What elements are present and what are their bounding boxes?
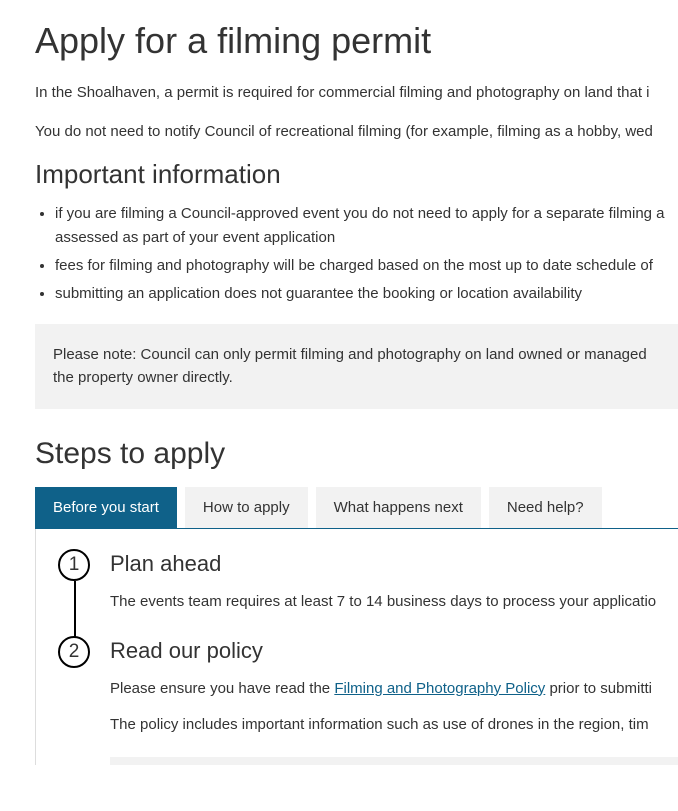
step-2: 2 Read our policy Please ensure you have… (58, 638, 678, 765)
step-body-2: The policy includes important informatio… (110, 714, 678, 737)
step-number-badge: 1 (58, 549, 90, 581)
list-item: submitting an application does not guara… (55, 282, 678, 306)
info-list: if you are filming a Council-approved ev… (35, 202, 678, 306)
intro-paragraph-1: In the Shoalhaven, a permit is required … (35, 82, 678, 105)
important-info-heading: Important information (35, 159, 678, 190)
note-box: Please note: Council can only permit fil… (35, 324, 678, 409)
tabs-bar: Before you start How to apply What happe… (35, 487, 678, 529)
sub-note-box (110, 757, 678, 765)
step-body-post: prior to submitti (545, 680, 652, 697)
tab-what-happens-next[interactable]: What happens next (316, 487, 481, 528)
intro-paragraph-2: You do not need to notify Council of rec… (35, 121, 678, 144)
tab-before-you-start[interactable]: Before you start (35, 487, 177, 528)
step-body-pre: Please ensure you have read the (110, 680, 334, 697)
tab-how-to-apply[interactable]: How to apply (185, 487, 308, 528)
tab-need-help[interactable]: Need help? (489, 487, 602, 528)
tab-content: 1 Plan ahead The events team requires at… (35, 529, 678, 765)
step-title: Plan ahead (110, 551, 678, 577)
step-number-badge: 2 (58, 636, 90, 668)
policy-link[interactable]: Filming and Photography Policy (334, 680, 545, 697)
step-1: 1 Plan ahead The events team requires at… (58, 551, 678, 614)
step-body: Please ensure you have read the Filming … (110, 678, 678, 701)
steps-heading: Steps to apply (35, 437, 678, 471)
list-item: fees for filming and photography will be… (55, 254, 678, 278)
page-title: Apply for a filming permit (35, 20, 678, 62)
step-body: The events team requires at least 7 to 1… (110, 591, 678, 614)
step-title: Read our policy (110, 638, 678, 664)
list-item: if you are filming a Council-approved ev… (55, 202, 678, 250)
